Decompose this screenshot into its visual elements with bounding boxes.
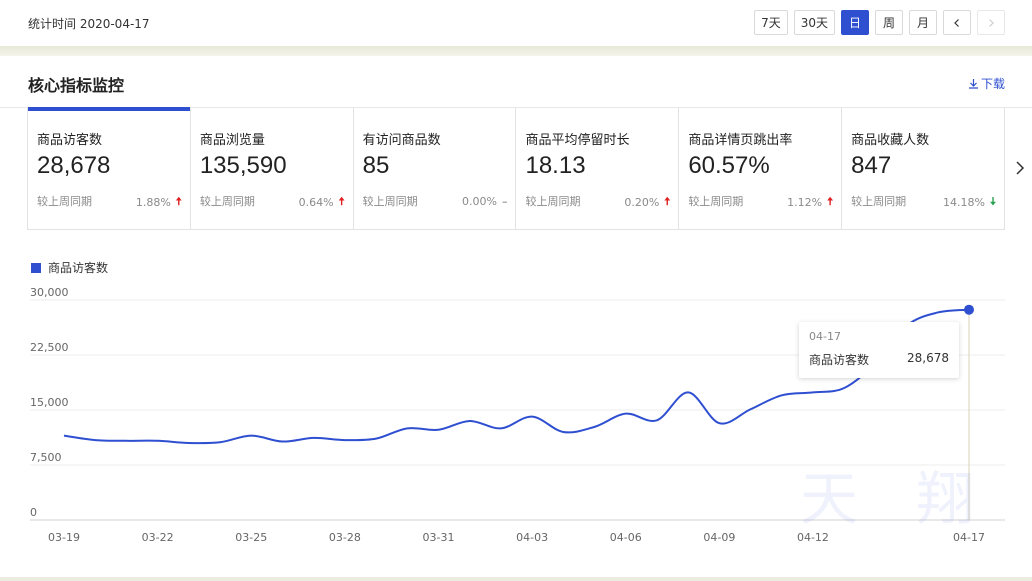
- metric-compare: 较上周同期: [525, 195, 581, 208]
- arrow-up-icon: 🠅: [175, 195, 182, 208]
- x-tick-label: 04-09: [703, 531, 735, 544]
- chevron-left-icon: [954, 18, 959, 27]
- arrow-up-icon: 🠅: [664, 195, 671, 208]
- metric-footer: 较上周同期 14.18% 🠇: [851, 193, 996, 212]
- x-tick-label: 03-25: [235, 531, 267, 544]
- x-tick-label: 03-19: [48, 531, 80, 544]
- metric-compare: 较上周同期: [199, 195, 255, 208]
- download-label: 下载: [980, 77, 1005, 91]
- metric-change: 1.12%: [787, 196, 823, 209]
- metric-label: 商品详情页跳出率: [688, 133, 793, 148]
- chevron-right-icon: [989, 18, 994, 27]
- metric-label: 商品收藏人数: [851, 133, 930, 148]
- metric-change: 1.88%: [135, 196, 171, 209]
- y-tick-label: 0: [30, 506, 37, 519]
- metric-compare: 较上周同期: [688, 195, 744, 208]
- y-tick-label: 30,000: [30, 286, 69, 299]
- next-period-button[interactable]: [977, 10, 1005, 35]
- x-tick-label: 03-31: [422, 531, 454, 544]
- metric-label: 商品访客数: [37, 133, 103, 148]
- metric-card-visited-items[interactable]: 有访问商品数 85 较上周同期 0.00% –: [354, 107, 517, 229]
- metric-card-favorites[interactable]: 商品收藏人数 847 较上周同期 14.18% 🠇: [842, 107, 1004, 229]
- watermark: 天 翔: [800, 465, 995, 533]
- stat-time: 统计时间 2020-04-17: [28, 17, 150, 31]
- metric-card-pageviews[interactable]: 商品浏览量 135,590 较上周同期 0.64% 🠅: [191, 107, 354, 229]
- range-30d-button[interactable]: 30天: [793, 10, 835, 35]
- x-tick-label: 04-06: [610, 531, 642, 544]
- range-day-button[interactable]: 日: [841, 10, 869, 35]
- range-selector: 7天 30天 日 周 月: [754, 10, 1005, 35]
- legend-label: 商品访客数: [48, 261, 109, 275]
- x-tick-label: 03-28: [329, 531, 361, 544]
- metric-footer: 较上周同期 1.12% 🠅: [688, 193, 833, 212]
- metric-footer: 较上周同期 1.88% 🠅: [37, 193, 182, 212]
- bottom-border: [0, 577, 1032, 581]
- metrics-next-icon[interactable]: [1014, 160, 1026, 176]
- x-tick-label: 04-03: [516, 531, 548, 544]
- metric-card-avg-stay[interactable]: 商品平均停留时长 18.13 较上周同期 0.20% 🠅: [516, 107, 680, 229]
- section-divider: [0, 46, 1032, 56]
- metric-value: 135,590: [199, 152, 287, 179]
- arrow-up-icon: 🠅: [338, 195, 345, 208]
- range-week-button[interactable]: 周: [875, 10, 903, 35]
- metric-card-bounce-rate[interactable]: 商品详情页跳出率 60.57% 较上周同期 1.12% 🠅: [679, 107, 843, 229]
- metric-change: 0.20%: [624, 196, 660, 209]
- metric-label: 商品浏览量: [199, 133, 265, 148]
- y-tick-label: 7,500: [30, 451, 62, 464]
- metric-compare: 较上周同期: [37, 195, 92, 208]
- legend-swatch: [31, 262, 41, 273]
- flat-dash-icon: –: [501, 194, 508, 208]
- arrow-down-icon: 🠇: [989, 195, 996, 208]
- metric-compare: 较上周同期: [362, 195, 418, 208]
- tooltip-label: 商品访客数: [809, 353, 870, 367]
- metric-value: 18.13: [525, 152, 586, 179]
- metric-footer: 较上周同期 0.20% 🠅: [525, 193, 670, 212]
- y-tick-label: 15,000: [30, 396, 69, 409]
- download-icon: [968, 79, 978, 89]
- chart-legend[interactable]: 商品访客数: [31, 259, 108, 276]
- section-title: 核心指标监控: [28, 76, 125, 95]
- metric-change: 14.18%: [942, 196, 985, 209]
- y-tick-label: 22,500: [30, 341, 69, 354]
- metric-value: 85: [362, 152, 390, 179]
- metric-change: 0.00%: [462, 194, 497, 208]
- metric-value: 28,678: [37, 152, 111, 179]
- chart-tooltip: 04-17 商品访客数 28,678: [799, 322, 959, 378]
- download-link[interactable]: 下载: [968, 75, 1005, 92]
- metric-footer: 较上周同期 0.00% –: [363, 193, 508, 209]
- tooltip-date: 04-17: [809, 330, 841, 343]
- metric-compare: 较上周同期: [851, 195, 907, 208]
- metric-label: 商品平均停留时长: [525, 133, 630, 148]
- metric-label: 有访问商品数: [362, 133, 441, 148]
- metric-card-visitors[interactable]: 商品访客数 28,678 较上周同期 1.88% 🠅: [28, 107, 191, 229]
- tooltip-value: 28,678: [907, 351, 949, 365]
- metric-footer: 较上周同期 0.64% 🠅: [200, 193, 345, 212]
- metric-value: 60.57%: [688, 152, 770, 179]
- metric-value: 847: [851, 152, 892, 179]
- prev-period-button[interactable]: [943, 10, 971, 35]
- arrow-up-icon: 🠅: [827, 195, 834, 208]
- x-tick-label: 03-22: [142, 531, 174, 544]
- metric-cards: 商品访客数 28,678 较上周同期 1.88% 🠅 商品浏览量 135,590 …: [27, 107, 1005, 230]
- range-7d-button[interactable]: 7天: [754, 10, 788, 35]
- highlight-point: [964, 304, 974, 315]
- top-bar: 统计时间 2020-04-17 7天 30天 日 周 月: [0, 0, 1032, 46]
- range-month-button[interactable]: 月: [909, 10, 937, 35]
- metric-change: 0.64%: [298, 196, 334, 209]
